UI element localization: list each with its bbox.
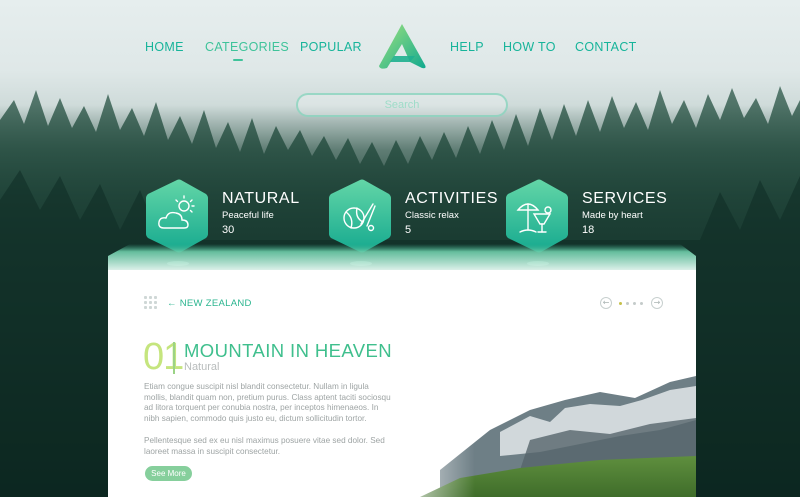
pager-dot[interactable] (626, 302, 629, 305)
feature-count: 5 (405, 224, 412, 236)
grid-menu-icon[interactable] (144, 296, 158, 310)
nav-how-to[interactable]: HOW TO (503, 40, 556, 54)
nav-popular[interactable]: POPULAR (300, 40, 362, 54)
feature-hexagon[interactable] (144, 178, 210, 254)
feature-natural: NATURAL Peaceful life 30 (144, 178, 314, 268)
hexagon-shadow (527, 261, 549, 266)
next-arrow-icon[interactable]: → (651, 297, 663, 309)
feature-title[interactable]: SERVICES (582, 190, 667, 208)
feature-count: 18 (582, 224, 595, 236)
feature-subtitle: Peaceful life (222, 210, 274, 221)
card-title: MOUNTAIN IN HEAVEN (184, 340, 392, 361)
hexagon-shadow (167, 261, 189, 266)
feature-count: 30 (222, 224, 235, 236)
feature-services: SERVICES Made by heart 18 (504, 178, 674, 268)
nav-categories[interactable]: CATEGORIES (205, 40, 289, 54)
feature-activities: ACTIVITIES Classic relax 5 (327, 178, 498, 268)
card-paragraph-2: Pellentesque sed ex eu nisl maximus posu… (144, 436, 385, 456)
card-paragraph-1: Etiam congue suscipit nisl blandit conse… (144, 382, 391, 423)
pager-dot[interactable] (640, 302, 643, 305)
nav-active-indicator (233, 59, 243, 61)
pager-dot[interactable] (633, 302, 636, 305)
feature-title[interactable]: NATURAL (222, 190, 300, 208)
feature-hexagon[interactable] (504, 178, 570, 254)
feature-hexagon[interactable] (327, 178, 393, 254)
feature-title[interactable]: ACTIVITIES (405, 190, 498, 208)
breadcrumb-back-link[interactable]: ← NEW ZEALAND (167, 298, 252, 309)
slide-pager: ← → (600, 297, 664, 310)
prev-arrow-icon[interactable]: ← (600, 297, 612, 309)
pager-dot[interactable] (619, 302, 622, 305)
number-divider (173, 342, 175, 374)
nav-help[interactable]: HELP (450, 40, 484, 54)
search-input[interactable] (296, 93, 508, 117)
logo-icon[interactable] (374, 22, 430, 72)
feature-subtitle: Classic relax (405, 210, 459, 221)
hexagon-shadow (350, 261, 372, 266)
card-category: Natural (184, 361, 220, 373)
slide-number: 01 (143, 336, 184, 378)
nav-contact[interactable]: CONTACT (575, 40, 637, 54)
nav-home[interactable]: HOME (145, 40, 184, 54)
see-more-button[interactable]: See More (145, 466, 192, 481)
feature-subtitle: Made by heart (582, 210, 643, 221)
mountain-image (380, 360, 696, 497)
